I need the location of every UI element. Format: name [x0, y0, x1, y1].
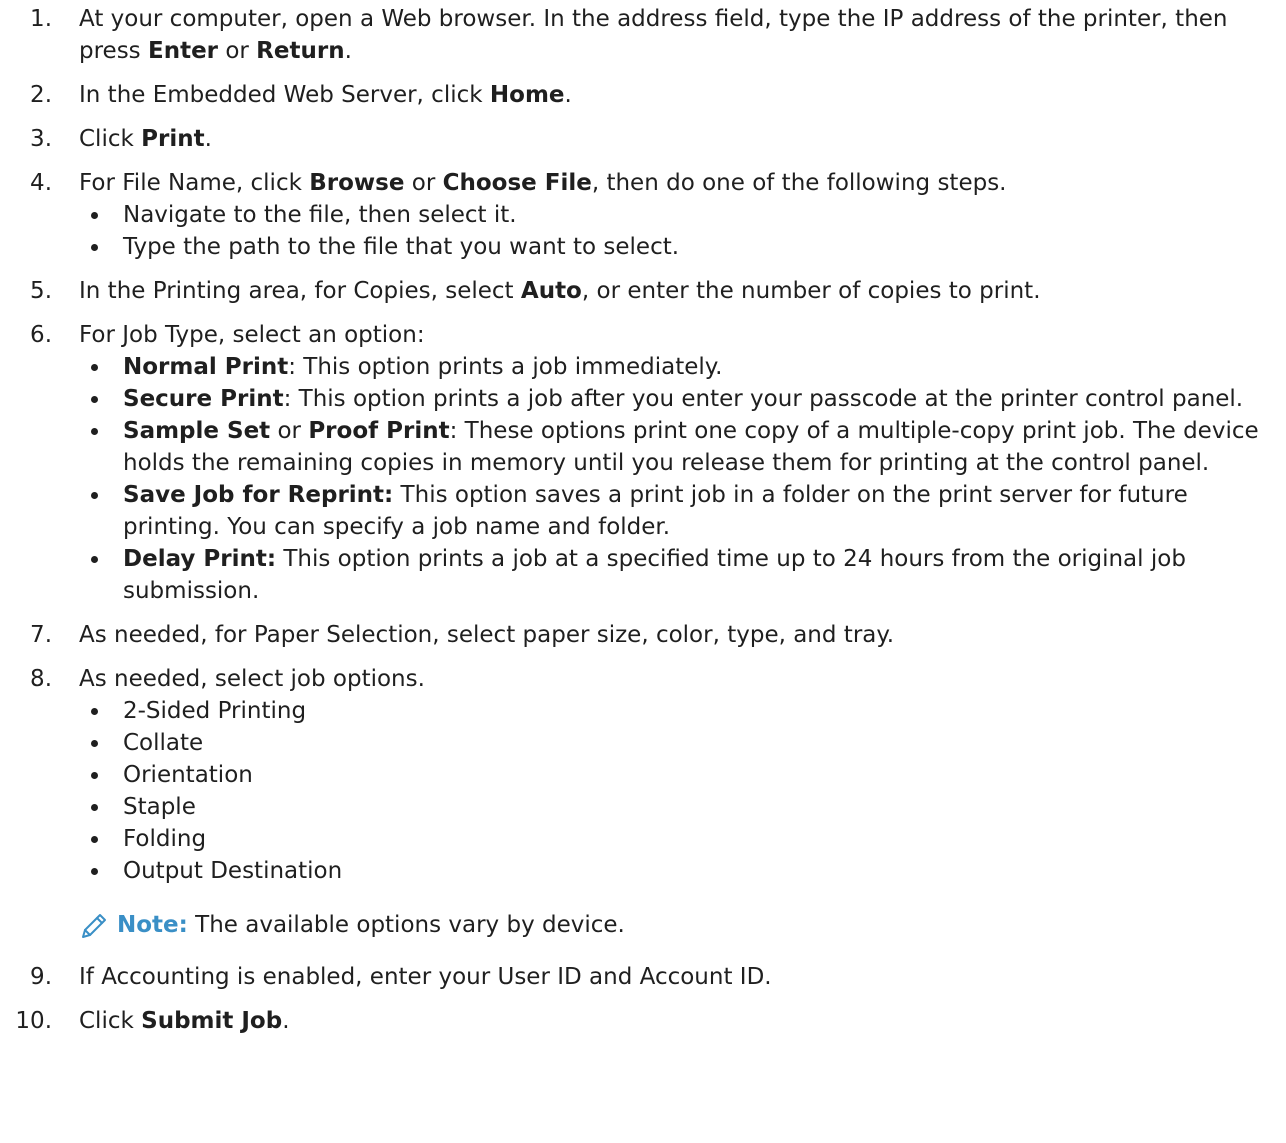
option-description: : This option prints a job immediately. — [288, 354, 723, 380]
step-number: 6 — [0, 319, 52, 351]
list-item: Staple — [79, 791, 1278, 823]
step-text: . — [204, 126, 212, 152]
job-options-list: 2-Sided Printing Collate Orientation Sta… — [79, 695, 1278, 887]
step-text: . — [564, 82, 572, 108]
browse-label: Browse — [309, 170, 405, 196]
option-name: Secure Print — [123, 386, 284, 412]
step-text: If Accounting is enabled, enter your Use… — [79, 964, 772, 990]
job-type-options: Normal Print: This option prints a job i… — [79, 351, 1278, 607]
key-enter: Enter — [147, 38, 219, 64]
step-number: 1 — [0, 3, 52, 35]
list-item: Orientation — [79, 759, 1278, 791]
option-name: Normal Print — [123, 354, 289, 380]
option-name: Sample Set — [123, 418, 271, 444]
step-6: 6 For Job Type, select an option: Normal… — [0, 319, 1286, 607]
list-item: Collate — [79, 727, 1278, 759]
step-text: As needed, select job options. — [79, 666, 425, 692]
list-item: Folding — [79, 823, 1278, 855]
step-number: 3 — [0, 123, 52, 155]
step-text: or — [218, 38, 257, 64]
step-text: or — [404, 170, 443, 196]
step-number: 7 — [0, 619, 52, 651]
key-return: Return — [256, 38, 345, 64]
step-number: 9 — [0, 961, 52, 993]
step-number: 4 — [0, 167, 52, 199]
step-10: 10 Click Submit Job. — [0, 1005, 1286, 1037]
list-item: 2-Sided Printing — [79, 695, 1278, 727]
list-item: Output Destination — [79, 855, 1278, 887]
list-item: Navigate to the file, then select it. — [79, 199, 1278, 231]
note-label: Note: — [117, 912, 188, 938]
step-text: As needed, for Paper Selection, select p… — [79, 622, 895, 648]
print-label: Print — [141, 126, 205, 152]
step-4: 4 For File Name, click Browse or Choose … — [0, 167, 1286, 263]
step-1: 1 At your computer, open a Web browser. … — [0, 3, 1286, 67]
step-text: . — [344, 38, 352, 64]
step-text: , then do one of the following steps. — [591, 170, 1007, 196]
job-type-secure-print: Secure Print: This option prints a job a… — [79, 383, 1278, 415]
step-5: 5 In the Printing area, for Copies, sele… — [0, 275, 1286, 307]
step-number: 5 — [0, 275, 52, 307]
home-label: Home — [489, 82, 565, 108]
step-text: In the Printing area, for Copies, select — [79, 278, 521, 304]
step-text: For File Name, click — [79, 170, 310, 196]
step-2: 2 In the Embedded Web Server, click Home… — [0, 79, 1286, 111]
option-name: Save Job for Reprint: — [123, 482, 394, 508]
instructions-document: 1 At your computer, open a Web browser. … — [0, 0, 1286, 1049]
note-text: The available options vary by device. — [187, 912, 625, 938]
job-type-sample-set: Sample Set or Proof Print: These options… — [79, 415, 1278, 479]
job-type-save-job: Save Job for Reprint: This option saves … — [79, 479, 1278, 543]
step-number: 8 — [0, 663, 52, 695]
step-text: Click — [79, 1008, 142, 1034]
option-name: Proof Print — [308, 418, 450, 444]
step-4-bullets: Navigate to the file, then select it. Ty… — [79, 199, 1278, 263]
pencil-icon — [79, 911, 109, 941]
step-7: 7 As needed, for Paper Selection, select… — [0, 619, 1286, 651]
option-description: or — [270, 418, 309, 444]
option-description: This option prints a job at a specified … — [123, 546, 1186, 604]
list-item: Type the path to the file that you want … — [79, 231, 1278, 263]
submit-job-label: Submit Job — [141, 1008, 283, 1034]
note: Note: The available options vary by devi… — [79, 909, 1278, 949]
choose-file-label: Choose File — [442, 170, 592, 196]
step-8: 8 As needed, select job options. 2-Sided… — [0, 663, 1286, 949]
step-9: 9 If Accounting is enabled, enter your U… — [0, 961, 1286, 993]
job-type-delay-print: Delay Print: This option prints a job at… — [79, 543, 1278, 607]
step-text: , or enter the number of copies to print… — [581, 278, 1041, 304]
option-name: Delay Print: — [123, 546, 277, 572]
step-number: 10 — [0, 1005, 52, 1037]
step-text: . — [282, 1008, 290, 1034]
step-number: 2 — [0, 79, 52, 111]
step-text: Click — [79, 126, 142, 152]
job-type-normal-print: Normal Print: This option prints a job i… — [79, 351, 1278, 383]
step-text: In the Embedded Web Server, click — [79, 82, 490, 108]
step-3: 3 Click Print. — [0, 123, 1286, 155]
step-text: For Job Type, select an option: — [79, 322, 425, 348]
option-description: : This option prints a job after you ent… — [283, 386, 1244, 412]
auto-label: Auto — [520, 278, 582, 304]
